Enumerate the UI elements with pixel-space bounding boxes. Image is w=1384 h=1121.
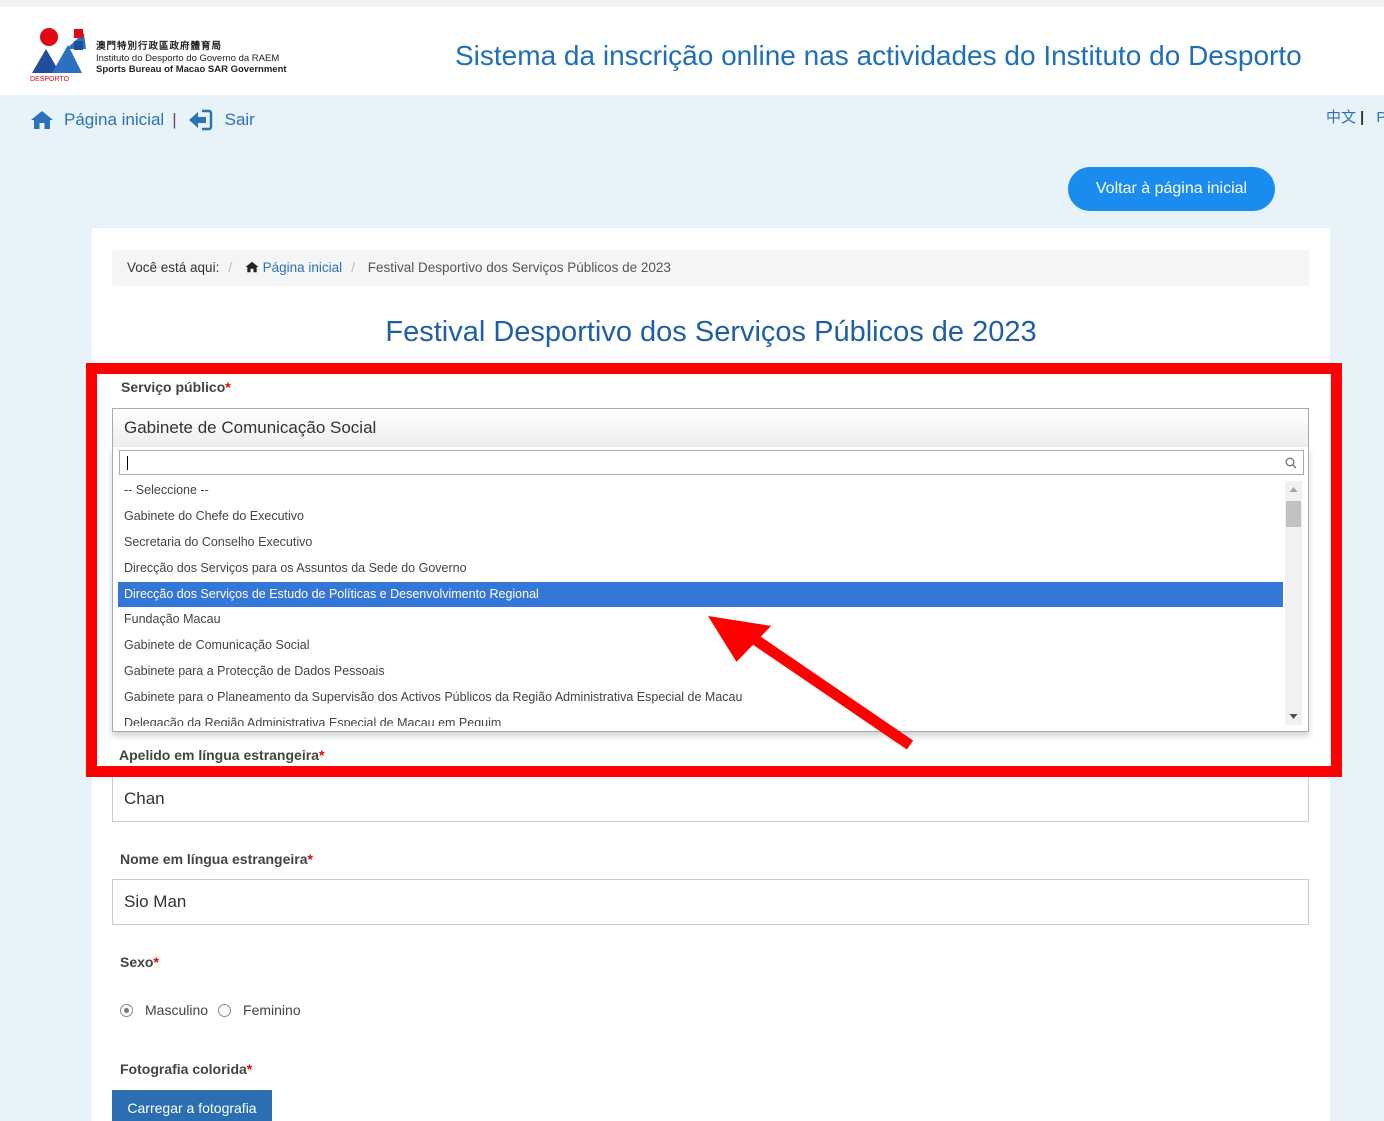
language-switcher: 中文 | P [1326, 106, 1384, 127]
logo-zh: 澳門特別行政區政府體育局 [96, 41, 223, 52]
nav-separator: | [172, 110, 177, 129]
service-option[interactable]: Gabinete para o Planeamento da Supervisã… [118, 685, 1283, 711]
lang-separator: | [1360, 109, 1365, 126]
breadcrumb-current: Festival Desportivo dos Serviços Público… [367, 260, 671, 275]
sex-label-text: Sexo [120, 954, 154, 970]
radio-icon-feminino[interactable] [218, 1003, 232, 1017]
upload-photo-button[interactable]: Carregar a fotografia [112, 1090, 272, 1121]
service-label: Serviço público* [121, 379, 231, 395]
breadcrumb-prefix: Você está aqui: [127, 260, 220, 275]
home-link[interactable]: Página inicial [64, 110, 164, 130]
surname-label: Apelido em língua estrangeira* [119, 747, 324, 763]
service-label-text: Serviço público [121, 379, 226, 395]
logo-en: Sports Bureau of Macao SAR Government [96, 64, 287, 75]
lang-zh-link[interactable]: 中文 [1326, 109, 1356, 126]
site-title: Sistema da inscrição online nas activida… [455, 40, 1302, 71]
logo-pt: Instituto do Desporto do Governo da RAEM [96, 52, 280, 64]
required-mark: * [225, 379, 231, 395]
given-name-input[interactable]: Sio Man [112, 879, 1309, 925]
breadcrumb-divider: / [351, 260, 355, 275]
back-to-home-button[interactable]: Voltar à página inicial [1068, 167, 1275, 211]
sex-option-masculino[interactable]: Masculino [145, 1002, 208, 1018]
logout-icon[interactable] [187, 109, 213, 131]
dropdown-scrollbar[interactable] [1285, 481, 1302, 725]
given-name-label: Nome em língua estrangeira* [120, 851, 313, 867]
site-header: 澳門特別行政區政府體育局 Instituto do Desporto do Go… [0, 0, 1384, 95]
page: 澳門特別行政區政府體育局 Instituto do Desporto do Go… [0, 0, 1384, 1121]
breadcrumb-home-icon[interactable] [245, 260, 263, 275]
service-option[interactable]: Gabinete de Comunicação Social [118, 633, 1283, 659]
top-nav: Página inicial | Sair [30, 108, 255, 132]
scroll-up-icon[interactable] [1285, 481, 1302, 498]
service-select[interactable]: Gabinete de Comunicação Social [112, 408, 1309, 448]
service-option[interactable]: Gabinete do Chefe do Executivo [118, 504, 1283, 530]
required-mark: * [246, 1061, 253, 1077]
home-icon[interactable] [30, 110, 54, 130]
service-dropdown: -- Seleccione -- Gabinete do Chefe do Exe… [112, 447, 1309, 732]
dropdown-search-input[interactable] [123, 451, 1273, 474]
scrollbar-thumb[interactable] [1286, 501, 1301, 527]
photo-label: Fotografia colorida* [120, 1061, 252, 1077]
surname-input[interactable]: Chan [112, 776, 1309, 822]
logo-text: 澳門特別行政區政府體育局 Instituto do Desporto do Go… [96, 41, 287, 76]
breadcrumb: Você está aqui: / Página inicial / Festiva… [112, 250, 1309, 286]
photo-label-text: Fotografia colorida [120, 1061, 247, 1077]
sex-radio-group: Masculino Feminino [120, 1002, 301, 1018]
surname-label-text: Apelido em língua estrangeira [119, 747, 319, 763]
service-option[interactable]: Direcção dos Serviços de Estudo de Polít… [118, 581, 1283, 608]
sex-option-feminino[interactable]: Feminino [243, 1002, 301, 1018]
service-options-list: -- Seleccione -- Gabinete do Chefe do Exe… [118, 478, 1283, 726]
required-mark: * [318, 747, 325, 763]
breadcrumb-divider: / [228, 260, 233, 275]
radio-icon-masculino[interactable] [120, 1003, 133, 1017]
required-mark: * [153, 954, 159, 970]
service-option[interactable]: -- Seleccione -- [118, 478, 1283, 504]
service-option[interactable]: Gabinete para a Protecção de Dados Pesso… [118, 659, 1283, 685]
sex-label: Sexo* [120, 954, 159, 970]
dropdown-search[interactable] [119, 450, 1304, 475]
page-title: Festival Desportivo dos Serviços Público… [385, 316, 1037, 348]
logo-mark-text: DESPORTO [30, 76, 70, 83]
service-option[interactable]: Fundação Macau [118, 607, 1283, 633]
service-option[interactable]: Direcção dos Serviços para os Assuntos d… [118, 556, 1283, 582]
text-caret [127, 456, 128, 470]
required-mark: * [307, 851, 313, 867]
lang-next-link[interactable]: P [1376, 109, 1384, 126]
scroll-down-icon[interactable] [1285, 708, 1302, 725]
logout-link[interactable]: Sair [225, 110, 255, 130]
service-option[interactable]: Secretaria do Conselho Executivo [118, 530, 1283, 556]
search-icon [1285, 456, 1297, 474]
service-option[interactable]: Delegação da Região Administrativa Espec… [118, 711, 1283, 726]
given-name-label-text: Nome em língua estrangeira [120, 851, 308, 867]
sports-bureau-logo[interactable]: 澳門特別行政區政府體育局 Instituto do Desporto do Go… [30, 27, 320, 87]
breadcrumb-home-link[interactable]: Página inicial [263, 260, 343, 275]
